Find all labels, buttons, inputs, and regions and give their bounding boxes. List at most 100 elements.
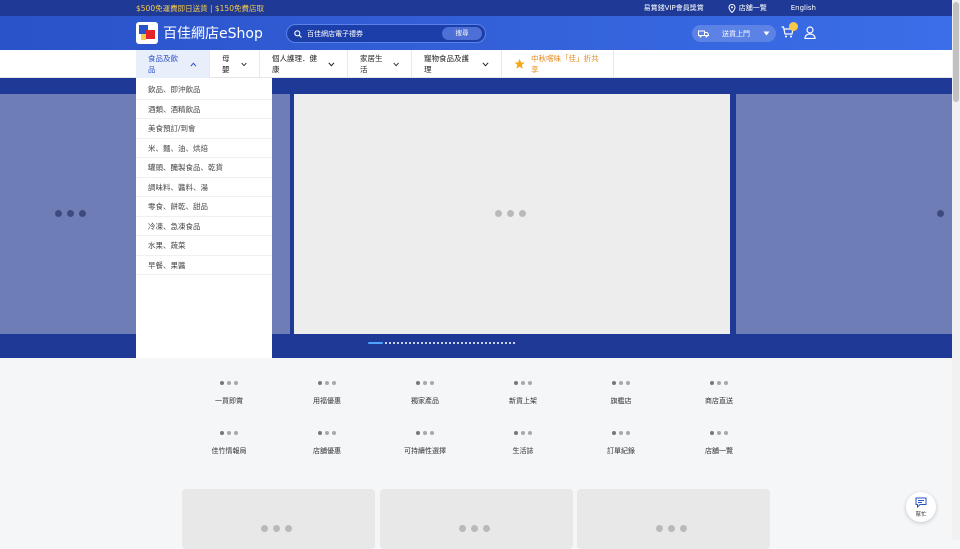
carousel-dot[interactable]	[457, 342, 459, 344]
cart-button[interactable]	[781, 22, 798, 40]
carousel-dot[interactable]	[509, 342, 511, 344]
nav-food-drinks[interactable]: 食品及飲品	[136, 50, 210, 78]
nav-label: 食品及飲品	[148, 54, 178, 74]
carousel-dot[interactable]	[409, 342, 411, 344]
quick-link[interactable]: 用福優惠	[278, 381, 376, 406]
quick-link-label: 佳竹情報局	[211, 447, 247, 455]
dropdown-item[interactable]: 酒類、酒精飲品	[136, 100, 272, 119]
carousel-dot[interactable]	[493, 342, 495, 344]
quick-link[interactable]: 商店直送	[670, 381, 768, 406]
carousel-pagination[interactable]	[368, 342, 515, 344]
dropdown-item[interactable]: 飲品、即沖飲品	[136, 80, 272, 100]
account-button[interactable]	[804, 26, 816, 41]
loading-dots	[670, 381, 768, 385]
carousel-dot[interactable]	[433, 342, 435, 344]
quick-link[interactable]: 店舖一覽	[670, 431, 768, 456]
help-button[interactable]: 幫忙	[906, 492, 936, 522]
nav-baby[interactable]: 母嬰	[210, 50, 260, 78]
chevron-up-icon	[190, 62, 197, 66]
dropdown-item[interactable]: 米、麵、油、烘焙	[136, 139, 272, 158]
header: 百佳網店eShop 百佳網店電子禮券 搜尋 送貨上門	[0, 16, 952, 50]
vip-rewards-link[interactable]: 易賞錢VIP會員獎賞	[644, 3, 704, 13]
site-logo[interactable]: 百佳網店eShop	[136, 22, 263, 44]
next-slide[interactable]	[736, 94, 952, 334]
quick-link[interactable]: 店舖優惠	[278, 431, 376, 456]
dropdown-item[interactable]: 早餐、果醬	[136, 256, 272, 275]
scrollbar-thumb[interactable]	[953, 2, 959, 102]
page-scrollbar[interactable]	[952, 0, 960, 540]
loading-dots	[278, 381, 376, 385]
category-dropdown: 飲品、即沖飲品 酒類、酒精飲品 美食預訂/到會 米、麵、油、烘焙 罐頭、醃製食品…	[136, 78, 272, 358]
quick-link[interactable]: 生活誌	[474, 431, 572, 456]
store-locator-link[interactable]: 店舖一覽	[728, 3, 767, 13]
dropdown-item[interactable]: 美食預訂/到會	[136, 119, 272, 139]
search-bar[interactable]: 百佳網店電子禮券 搜尋	[286, 24, 486, 43]
nav-pet-care[interactable]: 寵物食品及護理	[412, 50, 502, 78]
nav-home-living[interactable]: 家居生活	[348, 50, 412, 78]
delivery-mode-label: 送貨上門	[722, 29, 750, 38]
carousel-dot[interactable]	[513, 342, 515, 344]
quick-link-label: 獨家產品	[411, 397, 439, 405]
dropdown-item[interactable]: 冷凍、急凍食品	[136, 217, 272, 236]
carousel-dot[interactable]	[505, 342, 507, 344]
language-switch[interactable]: English	[791, 4, 816, 12]
promo-card[interactable]	[577, 489, 770, 549]
loading-indicator	[261, 525, 292, 532]
carousel-dot[interactable]	[405, 342, 407, 344]
carousel-dot[interactable]	[368, 342, 383, 344]
dropdown-item[interactable]: 調味料、醬料、湯	[136, 178, 272, 197]
loading-dots	[376, 381, 474, 385]
carousel-dot[interactable]	[461, 342, 463, 344]
carousel-dot[interactable]	[393, 342, 395, 344]
carousel-dot[interactable]	[421, 342, 423, 344]
search-input[interactable]: 百佳網店電子禮券	[307, 29, 363, 39]
dropdown-item[interactable]: 零食、餅乾、甜品	[136, 197, 272, 217]
nav-mid-autumn-promo[interactable]: 中秋嚐味「佳」折共享	[502, 50, 614, 78]
truck-icon	[698, 30, 709, 37]
quick-link[interactable]: 可持續性選擇	[376, 431, 474, 456]
quick-link[interactable]: 訂單紀錄	[572, 431, 670, 456]
carousel-dot[interactable]	[429, 342, 431, 344]
carousel-dot[interactable]	[465, 342, 467, 344]
carousel-dot[interactable]	[469, 342, 471, 344]
carousel-dot[interactable]	[417, 342, 419, 344]
loading-indicator-left	[55, 210, 86, 217]
carousel-dot[interactable]	[441, 342, 443, 344]
quick-link-label: 店舖優惠	[313, 447, 341, 455]
quick-link[interactable]: 獨家產品	[376, 381, 474, 406]
carousel-dot[interactable]	[385, 342, 387, 344]
nav-personal-care[interactable]: 個人護理．健康	[260, 50, 348, 78]
delivery-mode-selector[interactable]: 送貨上門	[692, 25, 776, 42]
carousel-dot[interactable]	[453, 342, 455, 344]
caret-down-icon	[763, 31, 770, 36]
quick-link[interactable]: 佳竹情報局	[180, 431, 278, 456]
chat-icon	[915, 497, 927, 509]
promo-card[interactable]	[182, 489, 375, 549]
carousel-dot[interactable]	[481, 342, 483, 344]
promo-card[interactable]	[380, 489, 573, 549]
delivery-promo-text[interactable]: $500免運費即日送貨 | $150免費店取	[136, 3, 264, 14]
carousel-dot[interactable]	[389, 342, 391, 344]
carousel-dot[interactable]	[501, 342, 503, 344]
loading-dots	[572, 381, 670, 385]
carousel-dot[interactable]	[437, 342, 439, 344]
carousel-dot[interactable]	[413, 342, 415, 344]
dropdown-item[interactable]: 罐頭、醃製食品、乾貨	[136, 158, 272, 178]
carousel-dot[interactable]	[401, 342, 403, 344]
carousel-dot[interactable]	[485, 342, 487, 344]
carousel-dot[interactable]	[449, 342, 451, 344]
quick-link[interactable]: 旗艦店	[572, 381, 670, 406]
quick-link[interactable]: 一買即賞	[180, 381, 278, 406]
carousel-dot[interactable]	[497, 342, 499, 344]
quick-link[interactable]: 新貨上架	[474, 381, 572, 406]
logo-mark	[136, 22, 158, 44]
search-button[interactable]: 搜尋	[442, 27, 482, 40]
chevron-down-icon	[241, 62, 247, 66]
carousel-dot[interactable]	[425, 342, 427, 344]
carousel-dot[interactable]	[397, 342, 399, 344]
carousel-dot[interactable]	[489, 342, 491, 344]
carousel-dot[interactable]	[445, 342, 447, 344]
carousel-dot[interactable]	[473, 342, 475, 344]
dropdown-item[interactable]: 水果、蔬菜	[136, 236, 272, 256]
carousel-dot[interactable]	[477, 342, 479, 344]
